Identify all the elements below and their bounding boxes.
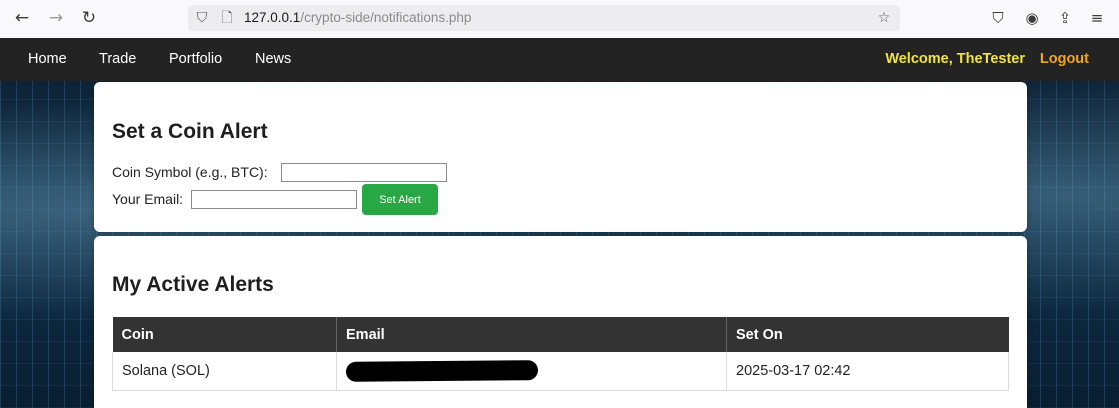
set-alert-card: Set a Coin Alert Coin Symbol (e.g., BTC)… xyxy=(94,82,1027,232)
extensions-icon[interactable]: ⇪ xyxy=(1054,7,1076,29)
nav-portfolio[interactable]: Portfolio xyxy=(169,51,222,67)
table-header-row: Coin Email Set On xyxy=(112,317,1009,352)
browser-toolbar: ← → ↻ ⛉ 🗋 127.0.0.1/crypto-side/notifica… xyxy=(0,0,1119,39)
forward-arrow-icon[interactable]: → xyxy=(45,7,67,29)
bookmark-star-icon[interactable]: ☆ xyxy=(874,8,894,28)
cell-coin: Solana (SOL) xyxy=(112,352,337,391)
url-host: 127.0.0.1 xyxy=(244,10,301,25)
set-alert-title: Set a Coin Alert xyxy=(112,120,268,143)
alerts-table: Coin Email Set On Solana (SOL) 2025-03-1… xyxy=(112,317,1009,391)
shield-icon[interactable]: ⛉ xyxy=(192,8,212,28)
column-header-email: Email xyxy=(336,317,727,352)
url-path: /crypto-side/notifications.php xyxy=(300,10,472,25)
email-input[interactable] xyxy=(191,190,357,209)
set-alert-button[interactable]: Set Alert xyxy=(362,184,438,215)
table-row: Solana (SOL) 2025-03-17 02:42 xyxy=(112,352,1009,391)
address-bar[interactable]: ⛉ 🗋 127.0.0.1/crypto-side/notifications.… xyxy=(188,5,900,31)
cell-set-on: 2025-03-17 02:42 xyxy=(726,352,1009,391)
reload-icon[interactable]: ↻ xyxy=(78,7,100,29)
pocket-icon[interactable]: ⛉ xyxy=(987,7,1009,29)
nav-home[interactable]: Home xyxy=(28,51,67,67)
welcome-text: Welcome, TheTester xyxy=(885,51,1025,67)
email-label: Your Email: xyxy=(112,191,184,207)
redacted-email xyxy=(345,360,539,382)
menu-icon[interactable]: ≡ xyxy=(1086,7,1108,29)
cell-email xyxy=(336,352,727,391)
coin-symbol-input[interactable] xyxy=(281,163,447,182)
active-alerts-card: My Active Alerts Coin Email Set On Solan… xyxy=(94,236,1027,408)
url-text[interactable]: 127.0.0.1/crypto-side/notifications.php xyxy=(244,10,471,25)
column-header-set-on: Set On xyxy=(726,317,1009,352)
nav-trade[interactable]: Trade xyxy=(99,51,136,67)
back-arrow-icon[interactable]: ← xyxy=(11,7,33,29)
account-icon[interactable]: ◉ xyxy=(1021,7,1043,29)
logout-link[interactable]: Logout xyxy=(1040,51,1089,67)
column-header-coin: Coin xyxy=(112,317,337,352)
nav-news[interactable]: News xyxy=(255,51,291,67)
active-alerts-title: My Active Alerts xyxy=(112,273,274,296)
page-info-icon[interactable]: 🗋 xyxy=(217,8,237,28)
coin-symbol-label: Coin Symbol (e.g., BTC): xyxy=(112,164,268,180)
site-navbar: Home Trade Portfolio News Welcome, TheTe… xyxy=(0,38,1119,81)
